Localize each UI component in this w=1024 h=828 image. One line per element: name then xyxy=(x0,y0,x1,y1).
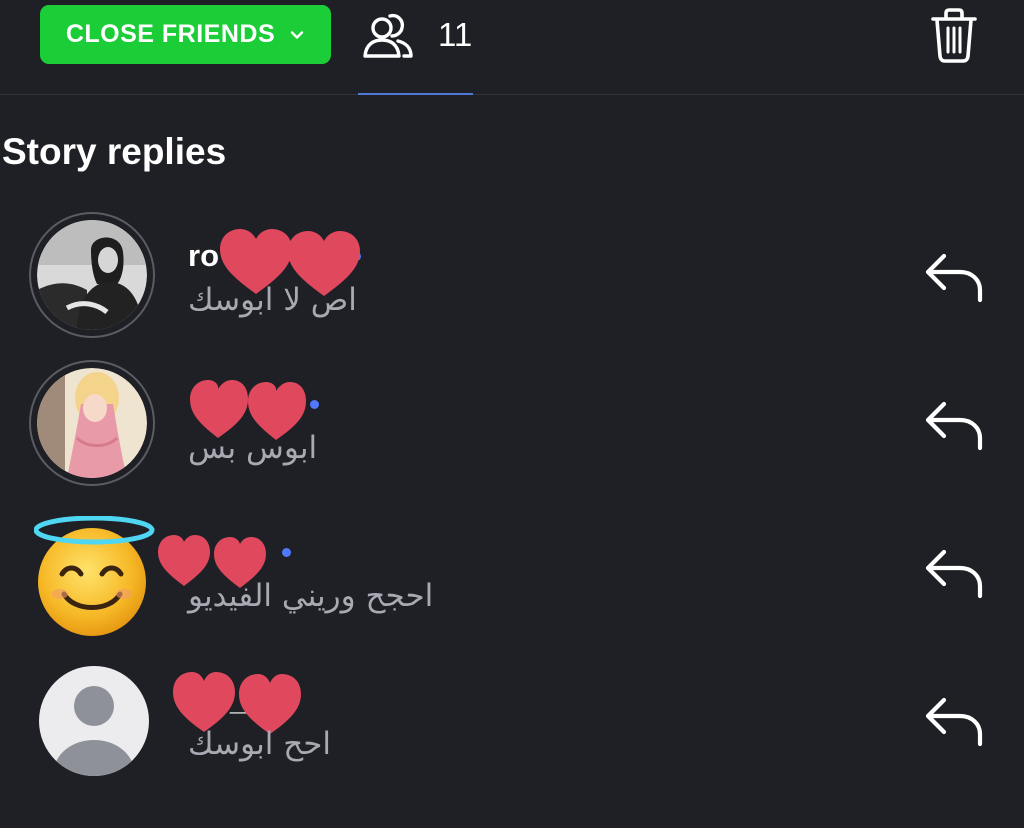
reply-arrow-icon[interactable] xyxy=(922,694,986,748)
close-friends-label: CLOSE FRIENDS xyxy=(65,20,276,48)
story-ring xyxy=(29,360,155,486)
avatar-photo xyxy=(37,220,147,330)
reply-row[interactable]: _ احح ابوسك xyxy=(0,656,1024,796)
reply-row[interactable]: احجح وريني الفيديو xyxy=(0,508,1024,648)
unread-dot xyxy=(310,399,319,409)
story-ring xyxy=(29,212,155,338)
avatar[interactable] xyxy=(29,212,159,342)
reply-arrow-icon[interactable] xyxy=(922,398,986,452)
story-replies-screen: CLOSE FRIENDS 11 Story replies ro اص لا … xyxy=(0,0,1024,828)
avatar-photo xyxy=(37,368,147,478)
reply-message: اص لا ابوسك xyxy=(188,282,357,318)
viewers-tab[interactable]: 11 xyxy=(358,0,473,95)
reply-message: ابوس بس xyxy=(188,430,318,466)
reply-arrow-icon[interactable] xyxy=(922,250,986,304)
reply-row[interactable]: ابوس بس xyxy=(0,360,1024,500)
trash-icon[interactable] xyxy=(925,6,983,64)
reply-arrow-icon[interactable] xyxy=(922,546,986,600)
reply-message: احح ابوسك xyxy=(188,726,331,762)
halo-emoji-icon xyxy=(34,516,155,636)
reply-message: احجح وريني الفيديو xyxy=(188,578,434,614)
section-title: Story replies xyxy=(2,131,227,172)
unread-dot xyxy=(282,547,291,557)
chevron-down-icon xyxy=(290,30,304,39)
active-tab-indicator xyxy=(358,93,473,95)
viewers-icon xyxy=(363,13,413,58)
close-friends-dropdown[interactable]: CLOSE FRIENDS xyxy=(40,5,331,64)
default-avatar-icon[interactable] xyxy=(39,666,149,776)
reply-row[interactable]: roe اص لا ابوسك xyxy=(0,212,1024,352)
viewers-count: 11 xyxy=(438,16,473,53)
avatar[interactable] xyxy=(29,360,159,490)
top-bar: CLOSE FRIENDS 11 xyxy=(0,0,1024,95)
